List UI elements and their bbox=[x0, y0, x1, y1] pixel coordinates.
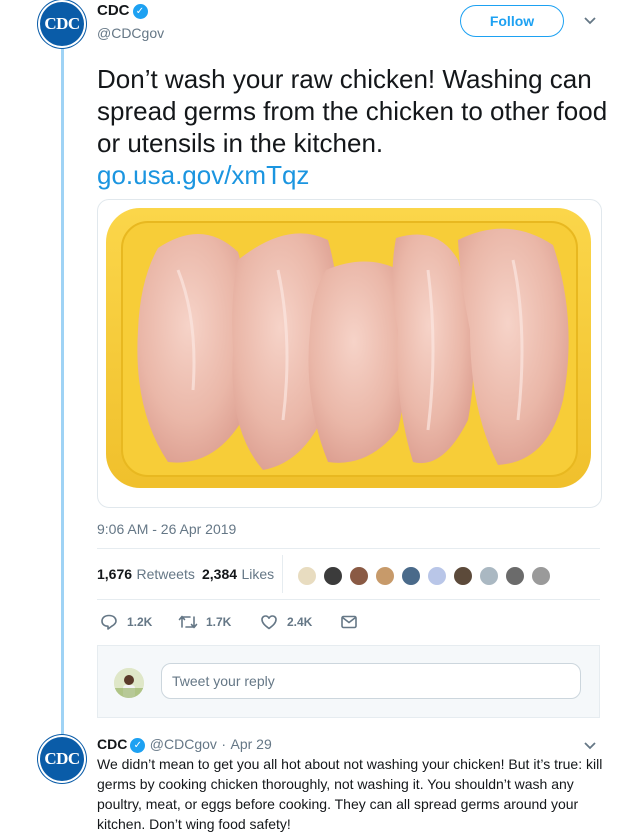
verified-icon: ✓ bbox=[132, 4, 148, 19]
liker-avatar[interactable] bbox=[296, 565, 318, 587]
liker-avatars bbox=[296, 565, 552, 587]
reply-date[interactable]: Apr 29 bbox=[231, 736, 272, 752]
retweet-action[interactable]: 1.7K bbox=[178, 613, 231, 631]
divider bbox=[97, 599, 600, 600]
stats-separator bbox=[282, 555, 283, 593]
author-avatar[interactable]: CDC bbox=[38, 0, 86, 48]
like-icon bbox=[261, 615, 277, 630]
liker-avatar[interactable] bbox=[348, 565, 370, 587]
verified-icon: ✓ bbox=[130, 738, 146, 753]
reply-separator: · bbox=[221, 736, 227, 752]
liker-avatar[interactable] bbox=[530, 565, 552, 587]
reply-action[interactable]: 1.2K bbox=[100, 613, 152, 631]
retweet-icon bbox=[178, 615, 198, 629]
like-action[interactable]: 2.4K bbox=[260, 613, 312, 631]
chevron-down-icon[interactable] bbox=[582, 12, 598, 33]
liker-avatar[interactable] bbox=[374, 565, 396, 587]
tweet-link[interactable]: go.usa.gov/xmTqz bbox=[97, 160, 309, 190]
liker-avatar[interactable] bbox=[400, 565, 422, 587]
divider bbox=[97, 548, 600, 549]
likes-stat[interactable]: 2,384 Likes bbox=[202, 566, 274, 584]
author-handle[interactable]: @CDCgov bbox=[97, 25, 164, 41]
reply-header: CDC ✓ @CDCgov · Apr 29 bbox=[97, 736, 272, 754]
liker-avatar[interactable] bbox=[478, 565, 500, 587]
liker-avatar[interactable] bbox=[426, 565, 448, 587]
tweet-timestamp[interactable]: 9:06 AM - 26 Apr 2019 bbox=[97, 521, 236, 537]
follow-button[interactable]: Follow bbox=[460, 5, 564, 37]
author-name-row[interactable]: CDC ✓ bbox=[97, 2, 148, 20]
thread-line bbox=[61, 48, 64, 734]
liker-avatar[interactable] bbox=[322, 565, 344, 587]
reply-icon bbox=[101, 614, 117, 630]
tweet-photo[interactable] bbox=[97, 199, 602, 508]
message-icon bbox=[341, 615, 357, 629]
reply-author-avatar[interactable]: CDC bbox=[38, 735, 86, 783]
user-avatar[interactable] bbox=[114, 668, 144, 698]
reply-author-handle[interactable]: @CDCgov bbox=[150, 736, 217, 752]
reply-author-name[interactable]: CDC bbox=[97, 736, 127, 752]
retweets-stat[interactable]: 1,676 Retweets bbox=[97, 566, 195, 584]
tweet-text: Don’t wash your raw chicken! Washing can… bbox=[97, 64, 608, 190]
message-action[interactable] bbox=[340, 613, 358, 631]
reply-count: 1.2K bbox=[127, 615, 153, 629]
reply-input[interactable]: Tweet your reply bbox=[161, 663, 581, 699]
retweet-count: 1.7K bbox=[206, 615, 232, 629]
reply-text: We didn’t mean to get you all hot about … bbox=[97, 756, 603, 832]
liker-avatar[interactable] bbox=[504, 565, 526, 587]
like-count: 2.4K bbox=[287, 615, 313, 629]
liker-avatar[interactable] bbox=[452, 565, 474, 587]
author-name[interactable]: CDC bbox=[97, 2, 130, 19]
